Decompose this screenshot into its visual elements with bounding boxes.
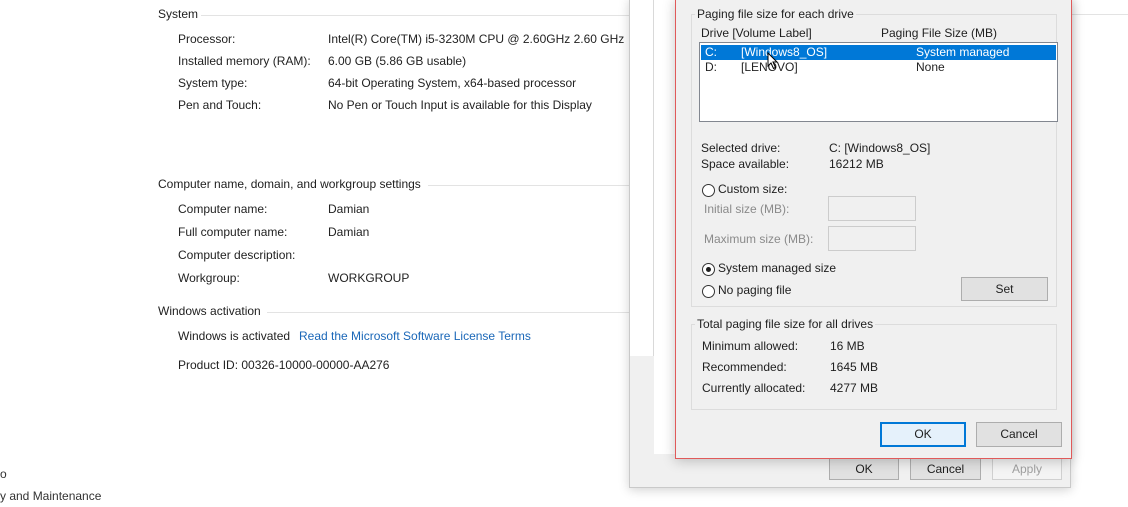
installed-memory-label: Installed memory (RAM): [178, 54, 311, 68]
nav-item-partial[interactable]: o [0, 467, 7, 481]
selected-drive-label: Selected drive: [701, 141, 781, 155]
currently-allocated-label: Currently allocated: [702, 381, 806, 395]
processor-value: Intel(R) Core(TM) i5-3230M CPU @ 2.60GHz… [328, 32, 625, 46]
performance-options-tab-panel [654, 0, 676, 454]
full-computer-name-value: Damian [328, 225, 370, 239]
space-available-value: 16212 MB [829, 157, 884, 171]
activation-heading-rule [267, 312, 629, 313]
installed-memory-value: 6.00 GB (5.86 GB usable) [328, 54, 467, 68]
drive-row-d[interactable]: D: [LENOVO] None [701, 60, 1056, 75]
system-type-value: 64-bit Operating System, x64-based proce… [328, 76, 577, 90]
drive-volume-label: [Windows8_OS] [741, 45, 828, 59]
maximum-size-input[interactable] [828, 226, 916, 251]
system-managed-label[interactable]: System managed size [718, 261, 836, 275]
paging-size-column-header[interactable]: Paging File Size (MB) [881, 26, 997, 40]
activation-status: Windows is activated [178, 329, 291, 343]
minimum-allowed-label: Minimum allowed: [702, 339, 799, 353]
computer-name-value: Damian [328, 202, 370, 216]
initial-size-input[interactable] [828, 196, 916, 221]
processor-label: Processor: [178, 32, 236, 46]
product-id: Product ID: 00326-10000-00000-AA276 [178, 358, 390, 372]
workgroup-label: Workgroup: [178, 271, 240, 285]
top-divider [1071, 14, 1128, 15]
performance-cancel-button[interactable]: Cancel [910, 458, 981, 480]
full-computer-name-label: Full computer name: [178, 225, 288, 239]
space-available-label: Space available: [701, 157, 790, 171]
drive-column-header[interactable]: Drive [Volume Label] [701, 26, 812, 40]
drive-letter: C: [705, 45, 717, 59]
selected-drive-value: C: [Windows8_OS] [829, 141, 931, 155]
minimum-allowed-value: 16 MB [830, 339, 865, 353]
custom-size-label[interactable]: Custom size: [718, 182, 787, 196]
performance-options-panel [630, 0, 654, 356]
pen-touch-value: No Pen or Touch Input is available for t… [328, 98, 592, 112]
workgroup-value: WORKGROUP [328, 271, 410, 285]
mouse-pointer-icon [767, 52, 779, 70]
performance-apply-button[interactable]: Apply [992, 458, 1062, 480]
performance-ok-button[interactable]: OK [829, 458, 899, 480]
system-managed-radio[interactable] [702, 263, 715, 276]
computer-name-heading-rule [428, 185, 629, 186]
system-type-label: System type: [178, 76, 248, 90]
total-paging-group-title: Total paging file size for all drives [695, 317, 876, 331]
license-terms-link[interactable]: Read the Microsoft Software License Term… [299, 329, 531, 343]
ok-button[interactable]: OK [880, 422, 966, 447]
recommended-label: Recommended: [702, 360, 787, 374]
computer-name-heading: Computer name, domain, and workgroup set… [158, 177, 421, 191]
initial-size-label: Initial size (MB): [704, 202, 790, 216]
activation-heading: Windows activation [158, 304, 261, 318]
cancel-button[interactable]: Cancel [976, 422, 1062, 447]
drive-listbox[interactable]: C: [Windows8_OS] System managed D: [LENO… [699, 42, 1058, 122]
computer-description-label: Computer description: [178, 248, 296, 262]
paging-file-group-title: Paging file size for each drive [695, 7, 856, 21]
system-heading-rule [201, 15, 629, 16]
drive-paging-size: None [916, 60, 945, 74]
maximum-size-label: Maximum size (MB): [704, 232, 814, 246]
system-heading: System [158, 7, 199, 21]
drive-paging-size: System managed [916, 45, 1010, 59]
custom-size-radio[interactable] [702, 184, 715, 197]
set-button[interactable]: Set [961, 277, 1048, 301]
no-paging-file-radio[interactable] [702, 285, 715, 298]
computer-name-label: Computer name: [178, 202, 268, 216]
drive-letter: D: [705, 60, 717, 74]
nav-item-security-maintenance[interactable]: y and Maintenance [0, 489, 101, 503]
virtual-memory-dialog: Paging file size for each drive Drive [V… [675, 0, 1072, 459]
pen-touch-label: Pen and Touch: [178, 98, 262, 112]
no-paging-file-label[interactable]: No paging file [718, 283, 791, 297]
recommended-value: 1645 MB [830, 360, 879, 374]
currently-allocated-value: 4277 MB [830, 381, 879, 395]
drive-row-c[interactable]: C: [Windows8_OS] System managed [701, 45, 1056, 60]
